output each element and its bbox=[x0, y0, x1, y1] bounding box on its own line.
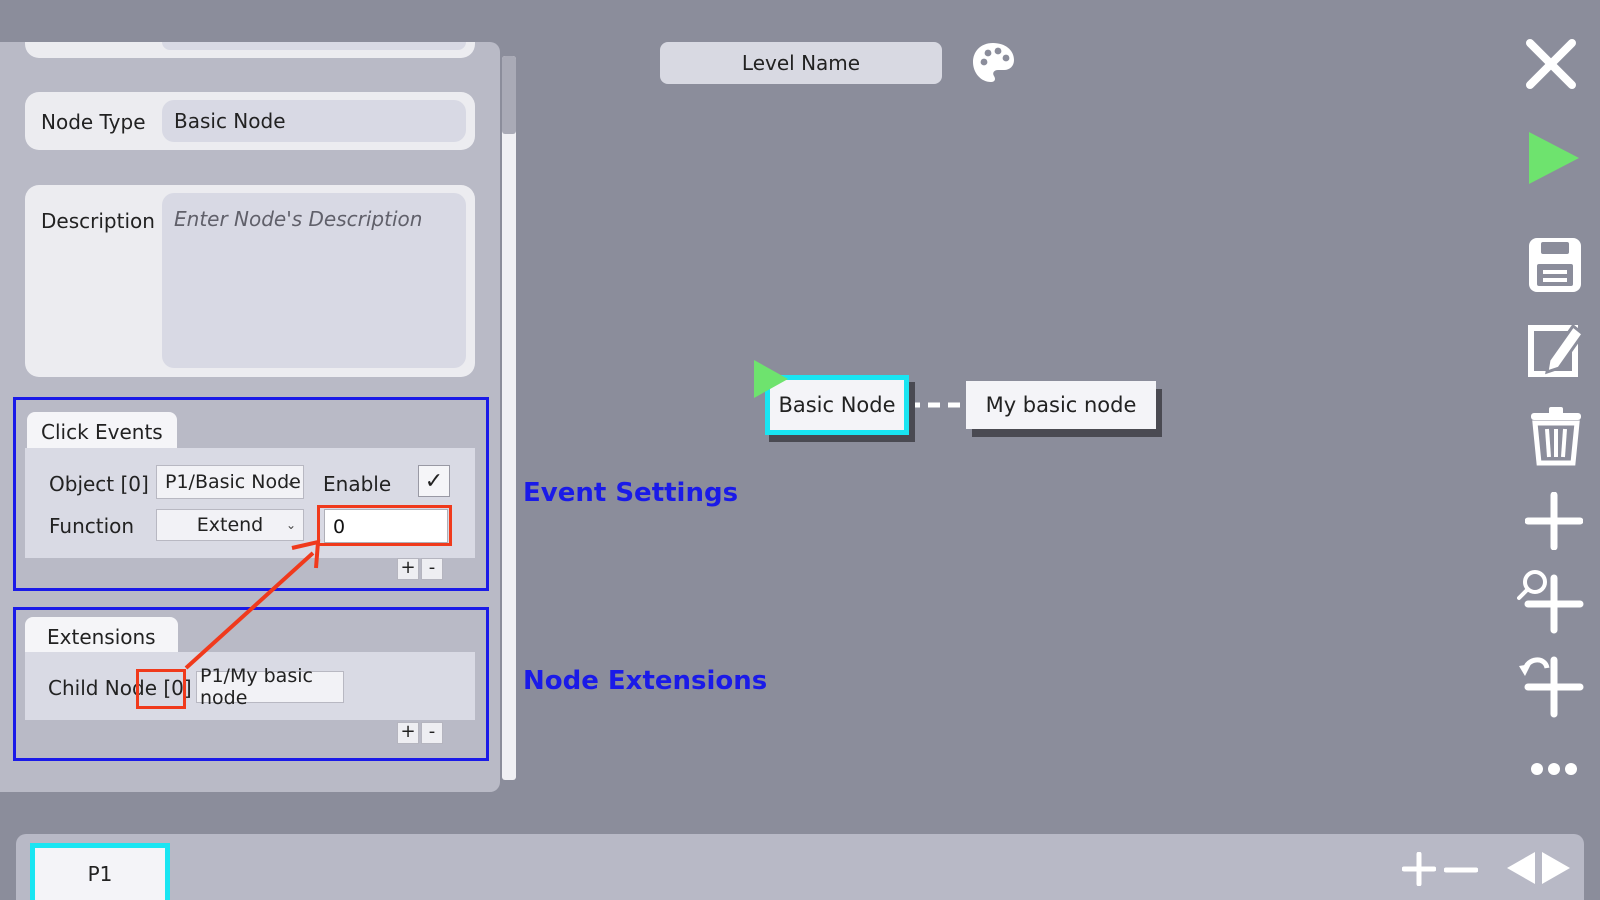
page-tab-p1[interactable]: P1 bbox=[30, 843, 170, 900]
level-name-field[interactable]: Level Name bbox=[660, 42, 942, 84]
my-basic-node[interactable]: My basic node bbox=[966, 381, 1156, 429]
event-settings-callout: Event Settings bbox=[523, 478, 739, 508]
trash-icon[interactable] bbox=[1527, 405, 1585, 467]
add-page-icon[interactable] bbox=[1402, 852, 1436, 886]
close-icon[interactable] bbox=[1525, 38, 1577, 90]
start-marker-icon bbox=[754, 360, 788, 398]
edit-icon[interactable] bbox=[1527, 320, 1585, 378]
link-arrow bbox=[184, 539, 321, 670]
more-icon[interactable] bbox=[1530, 762, 1578, 776]
undo-add-icon[interactable] bbox=[1517, 652, 1585, 718]
page-bar bbox=[16, 834, 1584, 900]
basic-node-label: Basic Node bbox=[778, 393, 896, 417]
palette-icon[interactable] bbox=[970, 40, 1016, 86]
prev-page-icon[interactable] bbox=[1505, 850, 1537, 886]
node-extensions-callout: Node Extensions bbox=[523, 666, 768, 696]
next-page-icon[interactable] bbox=[1540, 850, 1572, 886]
save-icon[interactable] bbox=[1527, 236, 1583, 294]
my-basic-node-label: My basic node bbox=[985, 393, 1137, 417]
play-icon[interactable] bbox=[1527, 130, 1581, 186]
zoom-add-icon[interactable] bbox=[1517, 568, 1585, 634]
add-icon[interactable] bbox=[1525, 492, 1583, 550]
node-connector bbox=[908, 402, 966, 408]
remove-page-icon[interactable] bbox=[1444, 866, 1478, 874]
